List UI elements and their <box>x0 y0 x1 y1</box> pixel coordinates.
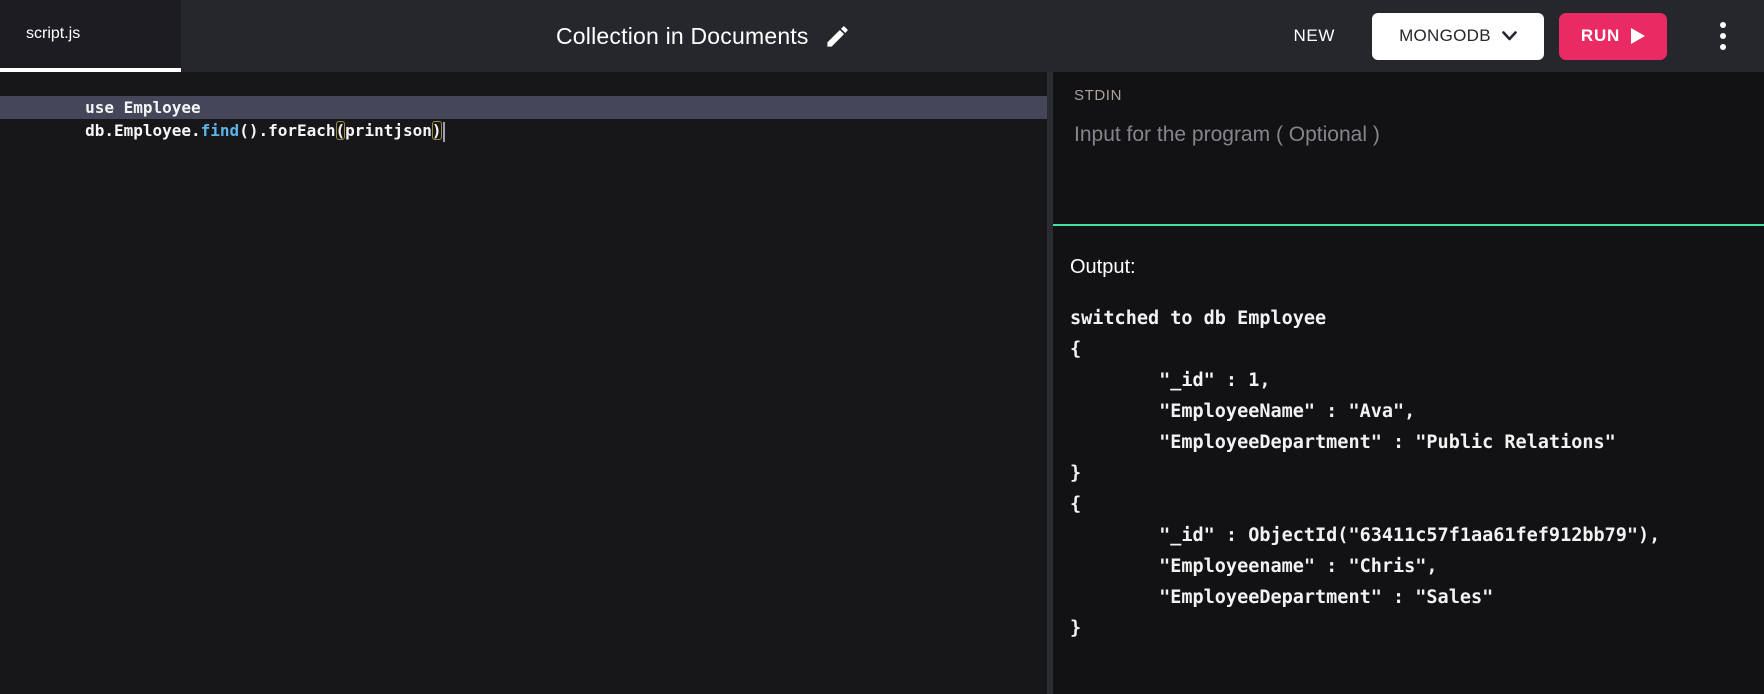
edit-title-button[interactable] <box>824 23 851 50</box>
language-select[interactable]: MONGODB <box>1372 13 1544 60</box>
text-cursor <box>443 122 445 142</box>
language-select-value: MONGODB <box>1399 26 1491 46</box>
main-area: use Employee db.Employee.find().forEach(… <box>0 72 1764 694</box>
more-menu-button[interactable] <box>1716 18 1730 54</box>
tab-script-js[interactable]: script.js <box>0 0 181 72</box>
play-icon <box>1631 28 1645 44</box>
kebab-dot <box>1720 44 1726 50</box>
code-text: printjson <box>345 121 432 140</box>
stdin-section: STDIN <box>1053 72 1764 224</box>
output-label: Output: <box>1070 256 1748 279</box>
run-button-label: RUN <box>1581 26 1620 46</box>
page-title: Collection in Documents <box>556 23 809 50</box>
header-bar: script.js Collection in Documents NEW MO… <box>0 0 1764 72</box>
matched-close-paren: ) <box>432 121 442 140</box>
kebab-dot <box>1720 22 1726 28</box>
code-text: (). <box>239 121 268 140</box>
code-text: forEach <box>268 121 335 140</box>
matched-open-paren: ( <box>336 121 346 140</box>
output-section: Output: switched to db Employee { "_id" … <box>1053 226 1764 694</box>
project-title-block: Collection in Documents <box>556 0 851 72</box>
code-keyword: find <box>201 121 240 140</box>
stdin-label: STDIN <box>1074 87 1746 104</box>
kebab-dot <box>1720 33 1726 39</box>
new-button[interactable]: NEW <box>1294 26 1335 46</box>
code-line-1: use Employee <box>0 73 1047 96</box>
code-text: use Employee <box>85 98 201 117</box>
chevron-down-icon <box>1502 31 1517 41</box>
run-button[interactable]: RUN <box>1559 13 1667 60</box>
code-editor[interactable]: use Employee db.Employee.find().forEach(… <box>0 72 1047 694</box>
output-text: switched to db Employee { "_id" : 1, "Em… <box>1070 303 1748 644</box>
code-text: db.Employee. <box>85 121 201 140</box>
stdin-input[interactable] <box>1074 123 1746 215</box>
app-window: script.js Collection in Documents NEW MO… <box>0 0 1764 694</box>
pencil-icon <box>824 23 851 50</box>
header-controls: NEW MONGODB RUN <box>1294 0 1730 72</box>
io-panel: STDIN Output: switched to db Employee { … <box>1053 72 1764 694</box>
tab-label: script.js <box>26 25 80 43</box>
